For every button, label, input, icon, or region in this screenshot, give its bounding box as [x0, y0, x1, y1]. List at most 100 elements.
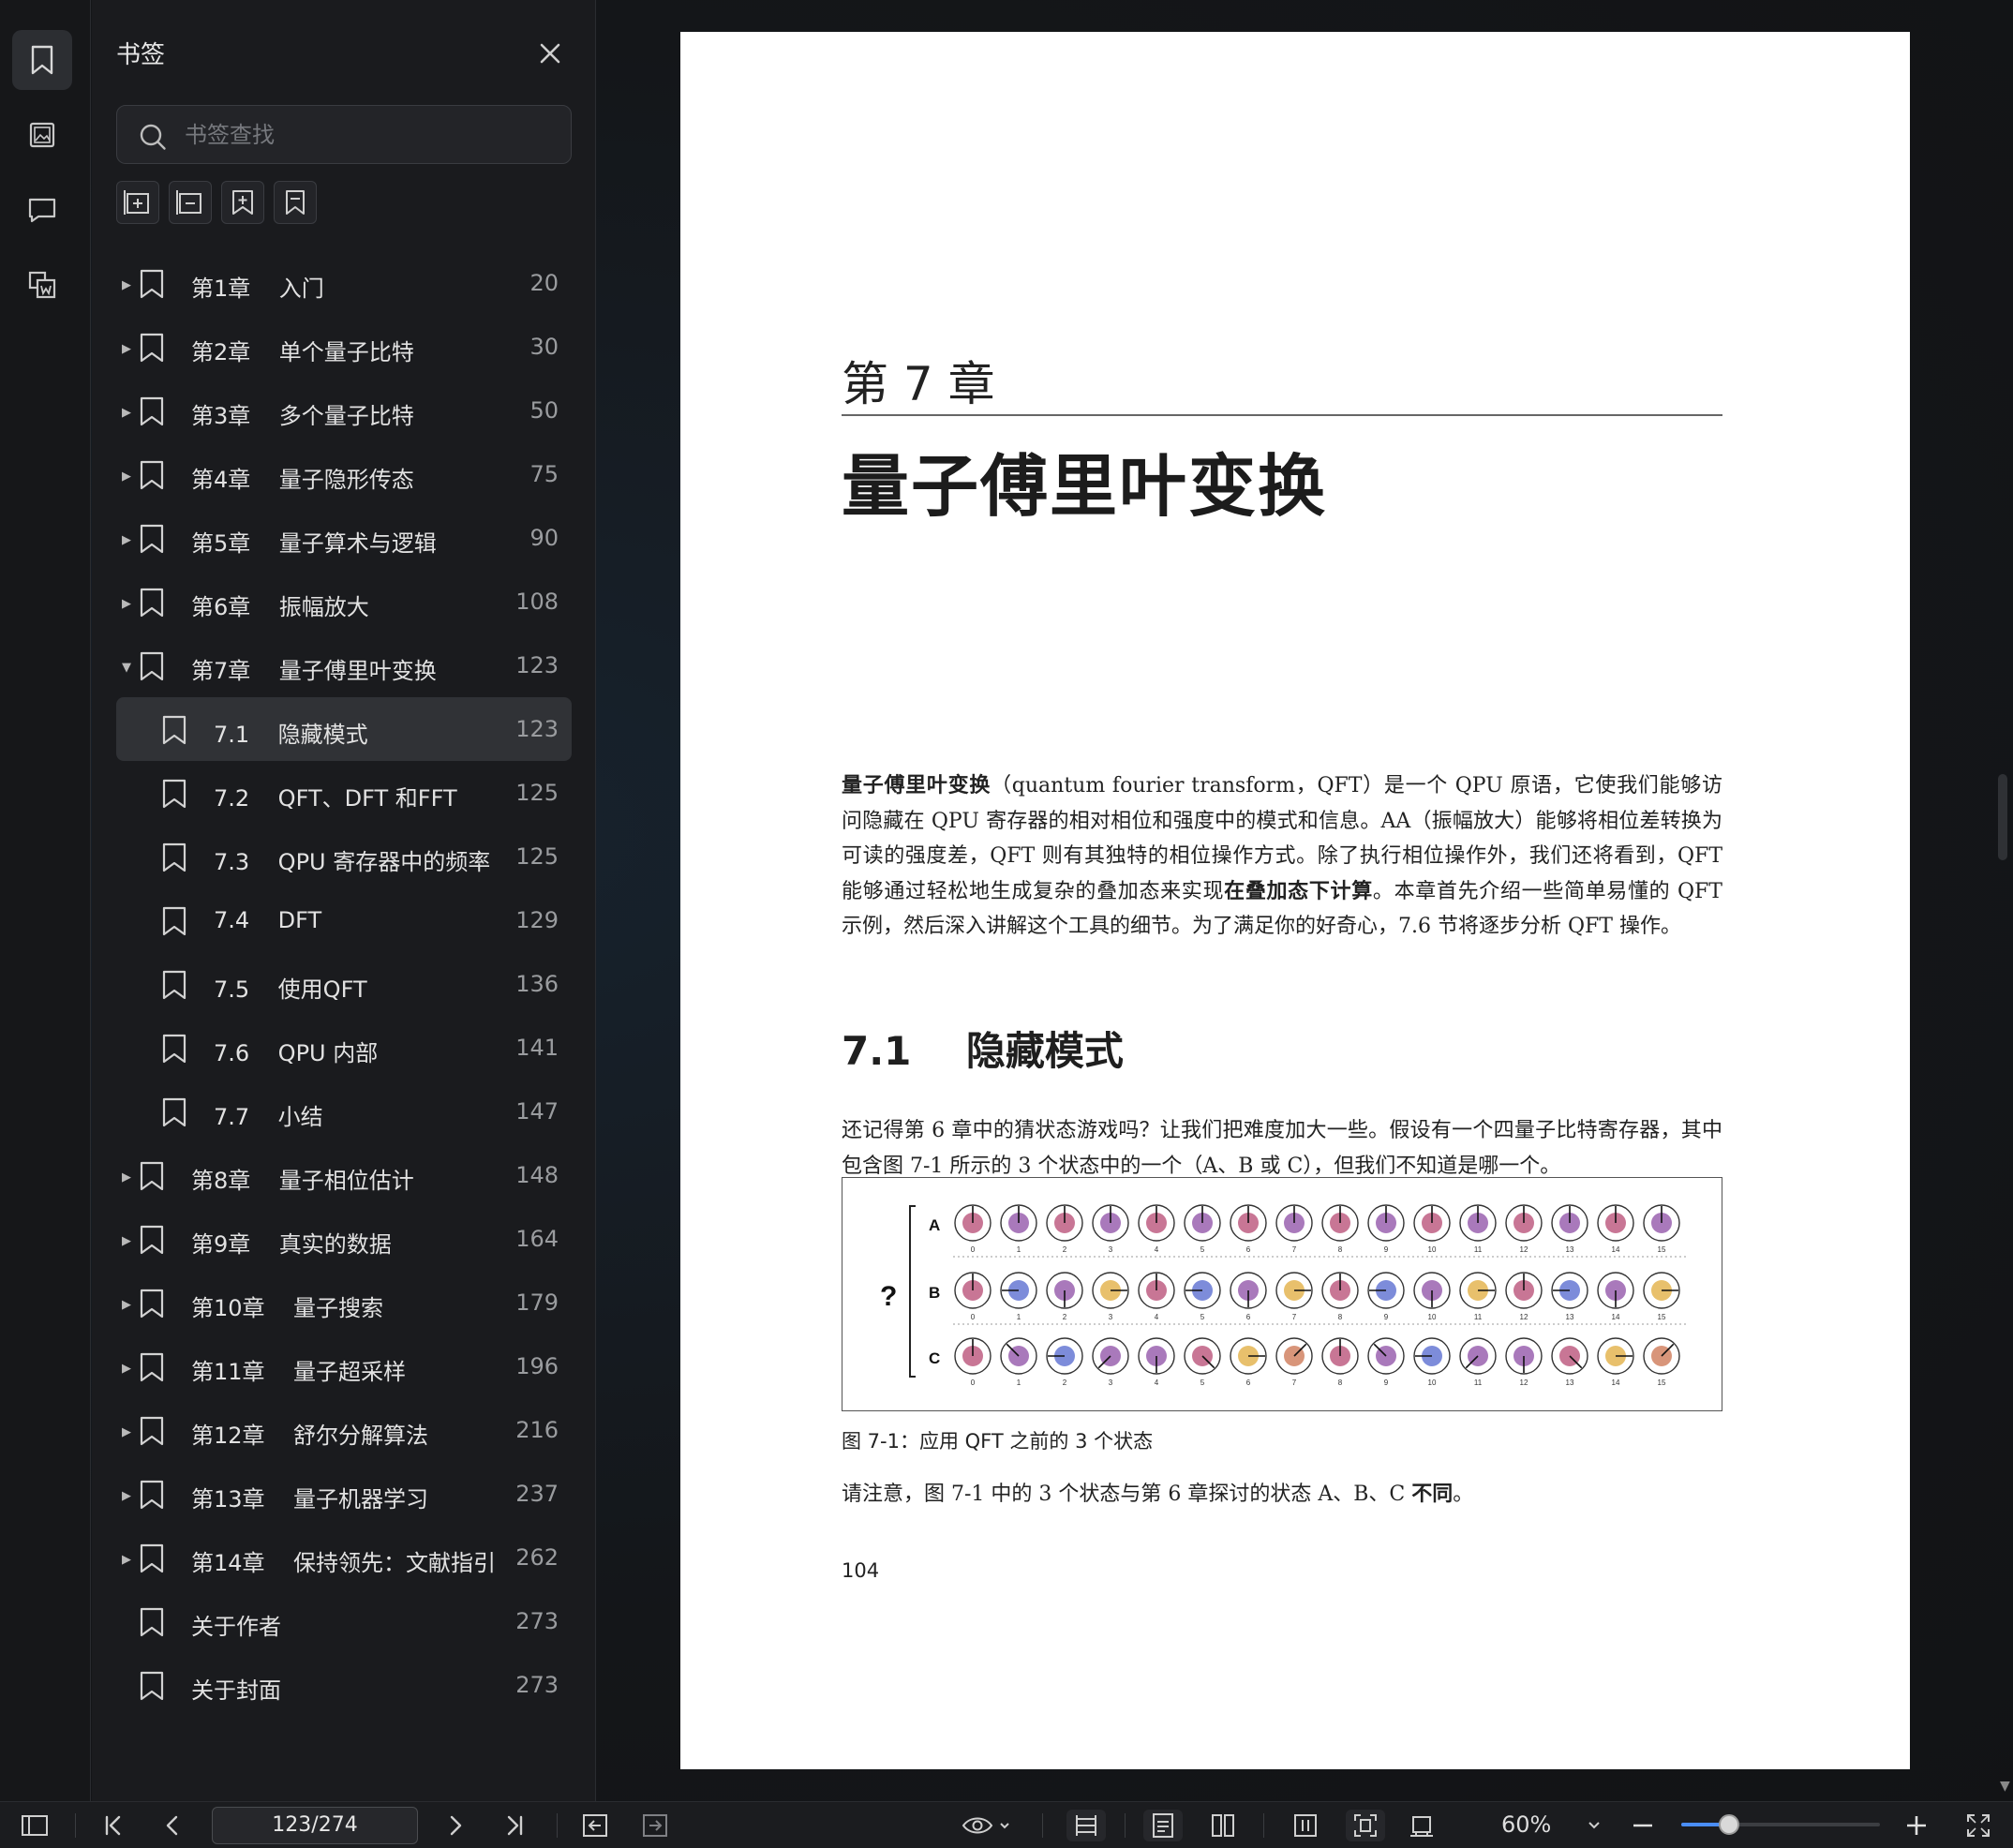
note-paragraph: 请注意，图 7-1 中的 3 个状态与第 6 章探讨的状态 A、B、C 不同。 [842, 1477, 1722, 1513]
expand-arrow-icon[interactable]: ▶ [122, 1170, 131, 1185]
bookmark-item[interactable]: ▼ 第7章 量子傅里叶变换 123 [116, 633, 572, 697]
qubit-circle [1597, 1272, 1634, 1309]
bookmark-item[interactable]: ▶ 第9章 真实的数据 164 [116, 1207, 572, 1271]
expand-arrow-icon[interactable]: ▶ [122, 1362, 131, 1376]
qubit-circle [1138, 1337, 1175, 1375]
forward-button[interactable] [639, 1810, 671, 1841]
bookmark-item[interactable]: ▶ 第10章 量子搜索 179 [116, 1271, 572, 1334]
bookmark-item[interactable]: ▶ 第3章 多个量子比特 50 [116, 379, 572, 442]
add-bookmark-button[interactable] [221, 181, 264, 224]
bookmark-item[interactable]: 7.4 DFT 129 [116, 888, 572, 952]
zoom-dropdown-button[interactable] [1578, 1810, 1610, 1841]
close-panel-button[interactable] [534, 37, 566, 69]
bookmark-label: 7.7 小结 [214, 1104, 323, 1130]
page-gap-button[interactable] [1290, 1810, 1321, 1841]
page-number-input[interactable]: 123/274 [212, 1807, 418, 1844]
bookmark-item[interactable]: ▶ 第2章 单个量子比特 30 [116, 315, 572, 379]
back-button[interactable] [579, 1810, 611, 1841]
scroll-down-icon[interactable]: ▼ [2000, 1779, 2010, 1794]
bookmark-item[interactable]: 7.3 QPU 寄存器中的频率 125 [116, 825, 572, 888]
expand-arrow-icon[interactable]: ▶ [122, 1489, 131, 1503]
zoom-in-button[interactable] [1901, 1810, 1932, 1841]
intro-paragraph: 量子傅里叶变换（quantum fourier transform，QFT）是一… [842, 768, 1722, 945]
previous-page-button[interactable] [157, 1810, 189, 1841]
qubit-index-label: 6 [1246, 1313, 1251, 1321]
bookmark-item[interactable]: 7.1 隐藏模式 123 [116, 697, 572, 761]
bookmark-label: 7.4 DFT [214, 907, 322, 933]
bookmark-item[interactable]: ▶ 第6章 振幅放大 108 [116, 570, 572, 633]
bookmark-panel-button[interactable] [12, 30, 72, 90]
bookmark-icon [139, 1543, 165, 1579]
expand-arrow-icon[interactable]: ▶ [122, 1553, 131, 1567]
figure-row-label: C [929, 1349, 940, 1367]
bookmark-item[interactable]: 7.2 QFT、DFT 和FFT 125 [116, 761, 572, 825]
attachment-panel-button[interactable] [12, 255, 72, 315]
expand-arrow-icon[interactable]: ▶ [122, 406, 131, 420]
scrollbar-thumb[interactable] [1998, 774, 2007, 860]
zoom-slider-handle[interactable] [1718, 1814, 1739, 1835]
bookmark-search-input[interactable] [185, 106, 559, 163]
single-page-icon [1153, 1813, 1173, 1838]
qubit-circle [1321, 1272, 1359, 1309]
bookmark-item[interactable]: 7.6 QPU 内部 141 [116, 1016, 572, 1080]
zoom-level[interactable]: 60% [1501, 1811, 1551, 1838]
bookmark-item[interactable]: 关于封面 273 [116, 1653, 572, 1717]
zoom-out-button[interactable] [1627, 1810, 1659, 1841]
expand-arrow-icon[interactable]: ▶ [122, 533, 131, 547]
fullscreen-button[interactable] [1962, 1810, 1994, 1841]
last-page-button[interactable] [499, 1810, 530, 1841]
single-page-button[interactable] [1143, 1810, 1183, 1841]
bookmark-label: 第7章 量子傅里叶变换 [191, 658, 437, 684]
bookmark-style-button[interactable] [274, 181, 317, 224]
bookmark-label: 7.3 QPU 寄存器中的频率 [214, 849, 491, 875]
section-number: 7.1 [842, 1028, 912, 1074]
figure-row-label: A [929, 1216, 940, 1234]
thumbnail-panel-button[interactable] [12, 105, 72, 165]
zoom-slider[interactable] [1681, 1814, 1880, 1835]
bookmark-item[interactable]: ▶ 第11章 量子超采样 196 [116, 1334, 572, 1398]
comment-panel-button[interactable] [12, 180, 72, 240]
bookmark-item[interactable]: 7.7 小结 147 [116, 1080, 572, 1143]
qubit-circle [1413, 1337, 1451, 1375]
qubit-circle [1367, 1204, 1405, 1242]
bookmark-icon [139, 396, 165, 432]
qubit-index-label: 5 [1200, 1313, 1205, 1321]
fullscreen-icon [1967, 1814, 1990, 1837]
expand-all-button[interactable] [116, 181, 159, 224]
bookmark-item[interactable]: ▶ 第12章 舒尔分解算法 216 [116, 1398, 572, 1462]
expand-arrow-icon[interactable]: ▶ [122, 342, 131, 356]
first-page-button[interactable] [97, 1810, 129, 1841]
bookmark-item[interactable]: ▶ 第5章 量子算术与逻辑 90 [116, 506, 572, 570]
first-page-icon [105, 1815, 121, 1836]
qubit-circle [1275, 1204, 1313, 1242]
bookmark-item[interactable]: 7.5 使用QFT 136 [116, 952, 572, 1016]
two-page-button[interactable] [1207, 1810, 1239, 1841]
qubit-circle [954, 1204, 992, 1242]
collapse-all-button[interactable] [169, 181, 212, 224]
qubit-index-label: 1 [1017, 1379, 1021, 1387]
bookmark-page: 148 [515, 1162, 559, 1188]
section-paragraph: 还记得第 6 章中的猜状态游戏吗？让我们把难度加大一些。假设有一个四量子比特寄存… [842, 1119, 1722, 1178]
view-mode-dropdown[interactable] [960, 1810, 1016, 1841]
next-page-button[interactable] [439, 1810, 470, 1841]
expand-arrow-icon[interactable]: ▶ [122, 1425, 131, 1439]
bookmark-item[interactable]: ▶ 第14章 保持领先：文献指引 262 [116, 1526, 572, 1589]
toggle-sidebar-button[interactable] [19, 1810, 51, 1841]
bookmark-item[interactable]: ▶ 第13章 量子机器学习 237 [116, 1462, 572, 1526]
fit-width-button[interactable] [1066, 1810, 1106, 1841]
bookmark-item[interactable]: ▶ 第8章 量子相位估计 148 [116, 1143, 572, 1207]
qubit-index-label: 2 [1063, 1313, 1067, 1321]
expand-arrow-icon[interactable]: ▶ [122, 278, 131, 292]
expand-arrow-icon[interactable]: ▶ [122, 597, 131, 611]
expand-arrow-icon[interactable]: ▶ [122, 1298, 131, 1312]
fit-page-button[interactable] [1346, 1810, 1385, 1841]
qubit-circle [1275, 1337, 1313, 1375]
qubit-index-label: 9 [1384, 1313, 1389, 1321]
collapse-arrow-icon[interactable]: ▼ [122, 661, 131, 675]
bookmark-item[interactable]: ▶ 第1章 入门 20 [116, 251, 572, 315]
bookmark-item[interactable]: 关于作者 273 [116, 1589, 572, 1653]
crop-view-button[interactable] [1406, 1810, 1438, 1841]
bookmark-item[interactable]: ▶ 第4章 量子隐形传态 75 [116, 442, 572, 506]
expand-arrow-icon[interactable]: ▶ [122, 1234, 131, 1248]
expand-arrow-icon[interactable]: ▶ [122, 469, 131, 484]
